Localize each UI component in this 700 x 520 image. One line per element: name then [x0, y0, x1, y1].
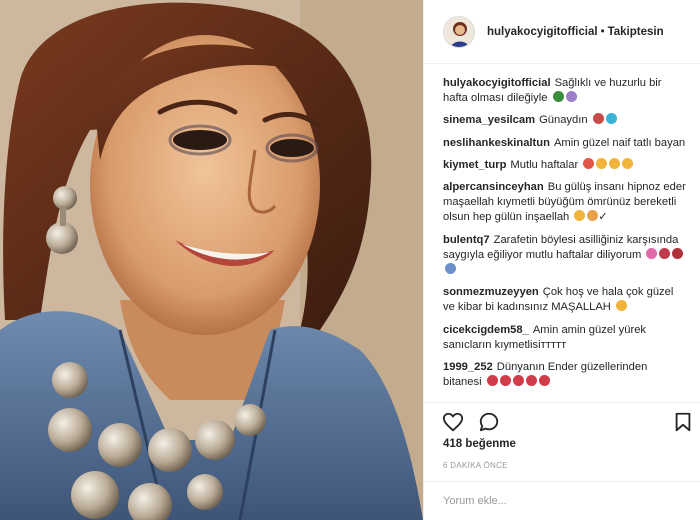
comment-username[interactable]: sonmezmuzeyyen [443, 286, 539, 298]
person-emoji-icon [445, 263, 456, 275]
clover-emoji-icon [552, 91, 564, 103]
list-item: kiymet_turp Mutlu haftalar [443, 157, 687, 173]
comment-username[interactable]: 1999_252 [443, 361, 493, 373]
comment-username[interactable]: neslihankeskinaltun [443, 137, 550, 149]
heart-emoji-icon [605, 113, 617, 125]
smiley-emoji-icon [596, 157, 608, 169]
portrait-illustration [0, 0, 423, 520]
list-item: cicekcigdem58_ Amin amin güzel yürek sanı… [443, 323, 687, 353]
post-header: hulyakocyigitofficial • Takiptesin [424, 0, 700, 64]
list-item: hulyakocyigitofficial Sağlıklı ve huzurlu… [443, 76, 687, 106]
comment-username[interactable]: hulyakocyigitofficial [443, 77, 551, 89]
post-photo[interactable] [0, 0, 423, 520]
check-icon: ✓ [598, 211, 608, 224]
heart-eyes-emoji-icon [616, 300, 627, 312]
comments-list[interactable]: hulyakocyigitofficial Sağlıklı ve huzurlu… [424, 64, 700, 402]
comment-text: Mutlu haftalar [510, 158, 579, 171]
comment-username[interactable]: sinema_yesilcam [443, 114, 535, 126]
heart-emoji-icon [538, 375, 550, 387]
smiley-emoji-icon [574, 210, 586, 222]
follow-status-button[interactable]: Takiptesin [608, 26, 664, 38]
person-emoji-icon [565, 91, 577, 103]
heart-emoji-icon [512, 375, 524, 387]
list-item: sinema_yesilcam Günaydın [443, 113, 687, 128]
heart-emoji-icon [486, 375, 498, 387]
smiley-emoji-icon [622, 157, 634, 169]
rose-emoji-icon [659, 247, 671, 259]
list-item: neslihankeskinaltun Amin güzel naif tatlı… [443, 136, 687, 151]
bookmark-icon[interactable] [672, 411, 694, 433]
list-item: alpercansinceyhan Bu gülüş insanı hipnoz … [443, 180, 687, 226]
list-item: bulentq7 Zarafetin böylesi asilliğiniz ka… [443, 233, 687, 279]
flower-emoji-icon [646, 247, 658, 259]
heart-emoji-icon [525, 375, 537, 387]
heart-icon[interactable] [442, 411, 464, 433]
comment-username[interactable]: bulentq7 [443, 234, 490, 246]
comment-input[interactable] [443, 495, 683, 507]
comment-username[interactable]: alpercansinceyhan [443, 181, 544, 193]
flower-emoji-icon [672, 247, 684, 259]
smiley-emoji-icon [609, 157, 621, 169]
like-count[interactable]: 418 beğenme [443, 438, 516, 450]
heart-emoji-icon [592, 113, 604, 125]
heart-emoji-icon [499, 375, 511, 387]
profile-photo-icon [444, 16, 474, 47]
list-item: sonmezmuzeyyen Çok hoş ve hala çok güzel … [443, 285, 687, 315]
header-text: hulyakocyigitofficial • Takiptesin [487, 26, 664, 38]
action-bar [424, 402, 700, 438]
post-timestamp[interactable]: 6 DAKİKA ÖNCE [443, 461, 508, 470]
comment-icon[interactable] [478, 411, 500, 433]
smiley-emoji-icon [583, 157, 595, 169]
header-separator: • [600, 25, 605, 38]
comment-text: Günaydın [539, 114, 588, 127]
comment-text: Amin güzel naif tatlı bayan [553, 136, 686, 149]
post-side-panel: hulyakocyigitofficial • Takiptesin hulyako… [423, 0, 700, 520]
comment-username[interactable]: kiymet_turp [443, 159, 506, 171]
avatar[interactable] [443, 15, 475, 48]
list-item: 1999_252 Dünyanın Ender güzellerinden bit… [443, 360, 687, 390]
comment-username[interactable]: cicekcigdem58_ [443, 324, 529, 336]
comment-bar [424, 481, 700, 520]
clap-emoji-icon [587, 210, 599, 222]
header-username[interactable]: hulyakocyigitofficial [487, 26, 598, 38]
